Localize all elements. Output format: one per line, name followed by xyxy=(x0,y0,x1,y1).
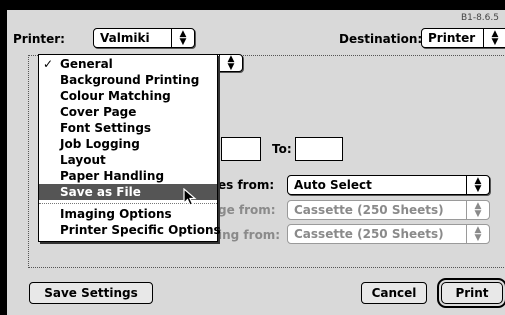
menu-item-general[interactable]: ✓ General xyxy=(39,56,217,72)
menu-item-job-logging[interactable]: Job Logging xyxy=(39,136,217,152)
destination-popup[interactable]: Printer ▲ ▼ xyxy=(421,28,505,48)
menu-item-cover-page[interactable]: Cover Page xyxy=(39,104,217,120)
menu-item-label: Colour Matching xyxy=(60,89,171,103)
printer-popup[interactable]: Valmiki ▲ ▼ xyxy=(93,28,195,48)
remaining-source-label: ge from: xyxy=(218,203,276,217)
panel-menu: ✓ General Background Printing Colour Mat… xyxy=(38,54,221,242)
menu-item-label: Background Printing xyxy=(60,73,200,87)
menu-item-label: Cover Page xyxy=(60,105,137,119)
print-button[interactable]: Print xyxy=(437,278,505,308)
updown-arrows-icon: ▲ ▼ xyxy=(466,176,489,194)
updown-arrows-icon: ▲ ▼ xyxy=(483,29,505,47)
menu-item-label: Printer Specific Options xyxy=(60,223,221,237)
menu-item-layout[interactable]: Layout xyxy=(39,152,217,168)
menu-item-background-printing[interactable]: Background Printing xyxy=(39,72,217,88)
menu-item-printer-specific-options[interactable]: Printer Specific Options xyxy=(39,222,221,238)
menu-item-imaging-options[interactable]: Imaging Options xyxy=(39,206,217,222)
menu-item-font-settings[interactable]: Font Settings xyxy=(39,120,217,136)
menu-item-label: Layout xyxy=(60,153,106,167)
menu-item-label: Imaging Options xyxy=(60,207,172,221)
menu-item-paper-handling[interactable]: Paper Handling xyxy=(39,168,217,184)
destination-label: Destination: xyxy=(339,32,423,46)
updown-arrows-icon: ▲ ▼ xyxy=(466,225,489,243)
first-page-source-label: es from: xyxy=(218,178,275,192)
from-page-field[interactable] xyxy=(221,137,261,161)
printer-value: Valmiki xyxy=(100,31,150,45)
menu-item-label: Paper Handling xyxy=(60,169,165,183)
printer-label: Printer: xyxy=(13,32,65,46)
third-source-popup: Cassette (250 Sheets) ▲ ▼ xyxy=(287,224,490,244)
check-icon: ✓ xyxy=(43,57,54,71)
third-source-value: Cassette (250 Sheets) xyxy=(294,227,444,241)
save-settings-button[interactable]: Save Settings xyxy=(29,282,153,304)
cancel-button[interactable]: Cancel xyxy=(361,282,427,304)
to-page-field[interactable] xyxy=(295,137,343,161)
mouse-cursor-icon xyxy=(183,188,197,206)
menu-item-label: Save as File xyxy=(60,185,141,199)
version-label: B1-8.6.5 xyxy=(460,13,499,23)
first-page-source-value: Auto Select xyxy=(294,178,372,192)
menu-item-colour-matching[interactable]: Colour Matching xyxy=(39,88,217,104)
third-source-label: ing from: xyxy=(218,228,281,242)
menu-item-label: Job Logging xyxy=(60,137,140,151)
first-page-source-popup[interactable]: Auto Select ▲ ▼ xyxy=(287,175,490,195)
updown-arrows-icon: ▲ ▼ xyxy=(466,201,489,219)
remaining-source-value: Cassette (250 Sheets) xyxy=(294,203,444,217)
to-label: To: xyxy=(272,142,292,156)
save-settings-label: Save Settings xyxy=(44,286,138,300)
menu-item-label: Font Settings xyxy=(60,121,152,135)
destination-value: Printer xyxy=(428,31,476,45)
updown-arrows-icon: ▲ ▼ xyxy=(171,29,194,47)
remaining-source-popup: Cassette (250 Sheets) ▲ ▼ xyxy=(287,200,490,220)
print-label: Print xyxy=(455,286,489,300)
menu-item-label: General xyxy=(60,57,113,71)
cancel-label: Cancel xyxy=(371,286,417,300)
updown-arrows-icon: ▲ ▼ xyxy=(219,55,242,72)
